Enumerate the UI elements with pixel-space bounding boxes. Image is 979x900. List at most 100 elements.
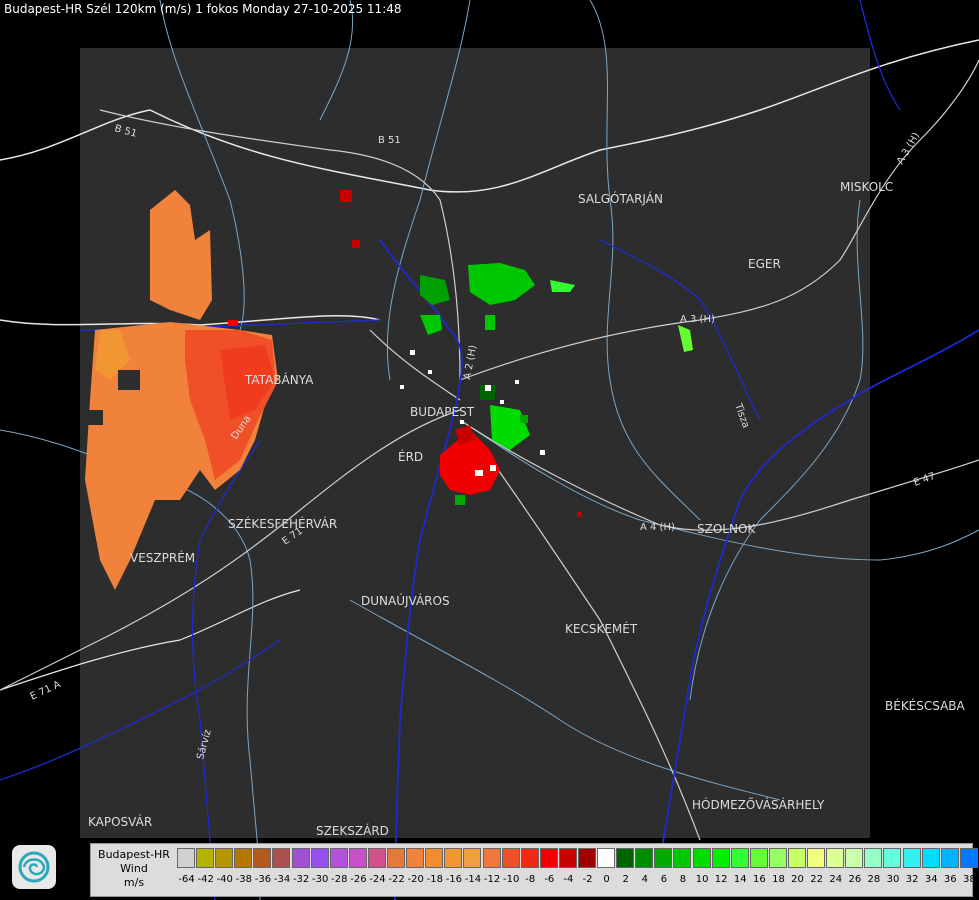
legend-tick: 26 — [848, 874, 862, 885]
legend-tick: -42 — [197, 874, 214, 885]
legend-tick: 22 — [810, 874, 823, 885]
legend-tick: 32 — [905, 874, 919, 885]
legend-swatch — [291, 848, 310, 868]
legend-swatch — [959, 848, 978, 868]
legend-swatch — [387, 848, 406, 868]
legend-swatch — [234, 848, 253, 868]
legend-swatch — [177, 848, 195, 868]
legend-tick: -4 — [563, 874, 574, 885]
legend-swatch — [845, 848, 864, 868]
legend-swatch — [597, 848, 616, 868]
legend-swatch — [539, 848, 558, 868]
met-service-logo[interactable] — [12, 845, 56, 889]
page-title: Budapest-HR Szél 120km (m/s) 1 fokos Mon… — [4, 2, 402, 16]
legend-tick: -40 — [216, 874, 233, 885]
city-label: MISKOLC — [840, 180, 893, 194]
legend-tick: 4 — [641, 874, 648, 885]
legend-tick: 12 — [714, 874, 728, 885]
map-canvas: SALGÓTARJÁN EGER MISKOLC TATABÁNYA BUDAP… — [0, 0, 979, 900]
legend-tick: -20 — [407, 874, 424, 885]
city-label: SZEKSZÁRD — [316, 823, 389, 838]
city-label: SALGÓTARJÁN — [578, 191, 663, 206]
legend-tick: -16 — [445, 874, 463, 885]
legend-tick: -30 — [312, 874, 329, 885]
legend-tick: 36 — [943, 874, 957, 885]
legend-swatch — [463, 848, 482, 868]
legend-swatch — [444, 848, 463, 868]
legend-swatch — [215, 848, 234, 868]
city-label: EGER — [748, 257, 781, 271]
legend-quantity: Wind — [120, 862, 148, 875]
legend-tick: 2 — [622, 874, 629, 885]
legend-swatch — [711, 848, 730, 868]
legend-swatch — [577, 848, 596, 868]
city-label: KAPOSVÁR — [88, 814, 152, 829]
legend-tick: 28 — [867, 874, 881, 885]
city-label: SZÉKESFEHÉRVÁR — [228, 516, 337, 531]
legend-swatch — [883, 848, 902, 868]
legend-tick: -14 — [464, 874, 482, 885]
legend-swatch — [272, 848, 291, 868]
legend-swatch — [501, 848, 520, 868]
legend-tick: -2 — [582, 874, 593, 885]
legend-tick: -28 — [331, 874, 348, 885]
legend-tick: -6 — [544, 874, 555, 885]
legend-swatch — [253, 848, 272, 868]
city-label: TATABÁNYA — [244, 372, 314, 387]
city-label: SZOLNOK — [697, 522, 756, 536]
legend-swatch — [406, 848, 425, 868]
legend-swatch — [520, 848, 539, 868]
legend-swatch — [788, 848, 806, 868]
color-legend: Budapest-HR Wind m/s -64 -42 -40 -38 -36 -34-… — [90, 843, 979, 897]
legend-swatches — [177, 848, 979, 868]
legend-unit: m/s — [123, 876, 145, 889]
radar-map-view: SALGÓTARJÁN EGER MISKOLC TATABÁNYA BUDAP… — [0, 0, 979, 900]
legend-tick: 18 — [772, 874, 785, 885]
city-label: HÓDMEZŐVÁSÁRHELY — [692, 797, 825, 812]
legend-swatch — [807, 848, 826, 868]
legend-swatch — [329, 848, 348, 868]
road-label: A 3 (H) — [680, 314, 715, 325]
road-label: B 51 — [378, 135, 401, 146]
legend-tick: -22 — [388, 874, 405, 885]
legend-tick: -12 — [483, 874, 501, 885]
legend-tick: -64 — [178, 874, 195, 885]
legend-tick: 8 — [679, 874, 687, 885]
legend-tick: 24 — [829, 874, 843, 885]
legend-tick: 38 — [963, 874, 976, 885]
legend-swatch — [196, 848, 215, 868]
legend-ticks: -64 -42 -40 -38 -36 -34 -32 -30 -28 -26 -24 -22 -20-… — [177, 874, 979, 888]
legend-swatch — [902, 848, 921, 868]
legend-tick: -18 — [426, 874, 443, 885]
legend-swatch — [673, 848, 692, 868]
legend-swatch — [654, 848, 673, 868]
legend-swatch — [730, 848, 749, 868]
legend-tick: 0 — [603, 874, 610, 885]
legend-tick: 16 — [752, 874, 766, 885]
legend-swatch — [616, 848, 635, 868]
city-label: BÉKÉSCSABA — [885, 698, 966, 713]
legend-swatch — [348, 848, 367, 868]
city-label: VESZPRÉM — [130, 550, 195, 565]
city-label: ÉRD — [398, 449, 423, 464]
city-label: BUDAPEST — [410, 405, 475, 419]
legend-swatch — [864, 848, 883, 868]
road-label: E 71 A — [29, 679, 63, 703]
legend-tick: -32 — [292, 874, 310, 885]
legend-source: Budapest-HR — [98, 848, 170, 861]
legend-tick: -36 — [254, 874, 272, 885]
legend-swatch — [635, 848, 654, 868]
legend-swatch — [921, 848, 940, 868]
legend-tick: 34 — [924, 874, 938, 885]
legend-tick: 6 — [660, 874, 668, 885]
legend-swatch — [425, 848, 444, 868]
road-label: A 4 (H) — [640, 522, 675, 533]
legend-swatch — [768, 848, 787, 868]
legend-swatch — [749, 848, 768, 868]
city-label: KECSKEMÉT — [565, 621, 638, 636]
legend-tick: -10 — [502, 874, 520, 885]
road-label: E 47 — [912, 471, 937, 489]
legend-tick: -38 — [235, 874, 252, 885]
city-label: DUNAÚJVÁROS — [361, 593, 450, 608]
legend-label: Budapest-HR Wind m/s — [91, 848, 177, 890]
